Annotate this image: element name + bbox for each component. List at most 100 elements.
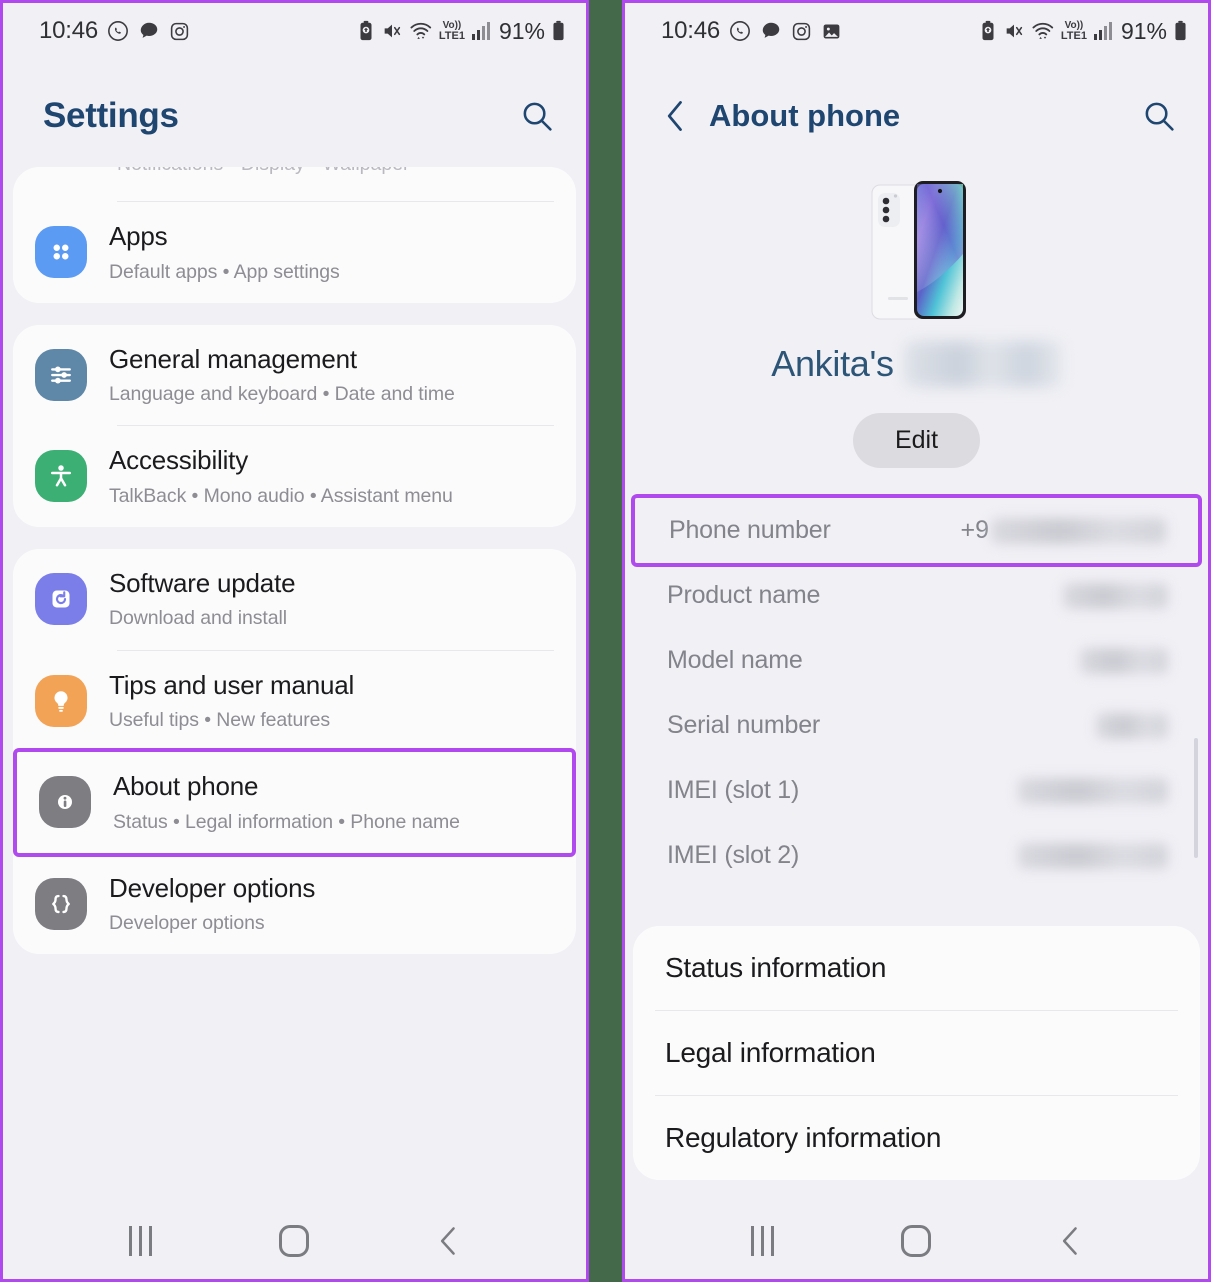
chat-bubble-icon: [760, 20, 782, 42]
info-key: Serial number: [667, 711, 821, 739]
battery-icon: [1173, 20, 1188, 42]
info-row-imei-slot-2[interactable]: IMEI (slot 2): [633, 823, 1200, 888]
info-key: IMEI (slot 1): [667, 776, 800, 804]
info-value: [1018, 777, 1168, 804]
signal-bars-icon: [471, 21, 491, 41]
device-name: Ankita's: [771, 343, 894, 384]
sidebar-item-sub: Useful tips • New features: [109, 709, 330, 731]
info-circle-icon: [39, 776, 91, 829]
settings-card-apps: Notifications • Display • Wallpaper Apps…: [13, 167, 576, 303]
mute-vibrate-icon: [1003, 20, 1025, 42]
info-row-imei-slot-1[interactable]: IMEI (slot 1): [633, 758, 1200, 823]
sidebar-item-developer-options[interactable]: Developer options Developer options: [13, 854, 576, 955]
panel-divider: [589, 0, 622, 1282]
device-name-row: Ankita's: [771, 341, 1062, 387]
info-value-redacted: [1080, 647, 1168, 674]
sidebar-item-sub: Download and install: [109, 607, 287, 630]
sidebar-item-label: Developer options: [109, 872, 316, 903]
volte-lte1-icon: Vo)) LTE1: [439, 21, 465, 41]
home-icon[interactable]: [881, 1216, 951, 1266]
whatsapp-icon: [107, 20, 129, 42]
battery-protect-icon: [979, 20, 997, 42]
search-icon[interactable]: [1138, 95, 1180, 137]
sidebar-item-label: Software update: [109, 567, 296, 598]
scrollbar[interactable]: [1194, 738, 1198, 858]
sidebar-item-sub: Language and keyboard • Date and time: [109, 383, 455, 406]
battery-protect-icon: [357, 20, 375, 42]
instagram-icon: [791, 21, 812, 42]
info-value-redacted: [1063, 582, 1168, 609]
recents-icon[interactable]: [105, 1216, 175, 1266]
sidebar-item-sub: Developer options: [109, 912, 265, 935]
accessibility-person-icon: [35, 450, 87, 503]
info-value: +9: [960, 516, 1166, 545]
battery-icon: [551, 20, 566, 42]
sidebar-item-label: General management: [109, 343, 357, 374]
dual-screenshot-stage: 10:46 Vo)) LTE1 91% Settings Apps Defaul…: [0, 0, 1211, 1282]
lte1-label: LTE1: [1060, 29, 1087, 42]
sidebar-item-label: Tips and user manual: [109, 669, 355, 700]
info-row-phone-number[interactable]: Phone number +9: [631, 494, 1202, 567]
left-phone-screen: 10:46 Vo)) LTE1 91% Settings Apps Defaul…: [0, 0, 589, 1282]
settings-card-system: Software update Download and install Tip…: [13, 548, 576, 955]
right-phone-screen: 10:46 Vo)) LTE1 91% About phone Ankita's…: [622, 0, 1211, 1282]
sidebar-item-label: Apps: [109, 221, 168, 251]
status-bar-left: 10:46 Vo)) LTE1 91%: [3, 3, 586, 59]
device-hero: Ankita's Edit: [633, 167, 1200, 472]
link-regulatory-information[interactable]: Regulatory information: [633, 1096, 1200, 1180]
android-nav-bar-right: [625, 1203, 1208, 1279]
info-row-model-name[interactable]: Model name: [633, 628, 1200, 693]
sidebar-item-tips[interactable]: Tips and user manual Useful tips • New f…: [13, 651, 576, 752]
recents-icon[interactable]: [727, 1216, 797, 1266]
status-bar-right-cluster: Vo)) LTE1 91%: [979, 18, 1188, 45]
info-value: [1096, 712, 1168, 739]
info-row-product-name[interactable]: Product name: [633, 563, 1200, 628]
sidebar-item-sub: Status • Legal information • Phone name: [113, 810, 460, 833]
info-value: [1063, 582, 1168, 609]
volte-lte1-icon: Vo)) LTE1: [1061, 21, 1087, 41]
sliders-icon: [35, 348, 87, 401]
wifi-icon: [1031, 20, 1055, 42]
battery-percent: 91%: [1120, 17, 1167, 44]
info-key: IMEI (slot 2): [667, 841, 800, 869]
status-time: 10:46: [661, 17, 721, 44]
search-icon[interactable]: [516, 95, 558, 137]
instagram-icon: [169, 21, 190, 42]
info-key: Product name: [667, 581, 821, 609]
about-phone-content[interactable]: Ankita's Edit Phone number +9 Product na…: [625, 167, 1208, 1203]
back-icon[interactable]: [414, 1216, 484, 1266]
device-name-redacted: [903, 341, 1062, 387]
apps-grid-icon: [35, 226, 87, 278]
lightbulb-icon: [35, 674, 87, 727]
link-legal-information[interactable]: Legal information: [633, 1011, 1200, 1095]
edit-button[interactable]: Edit: [852, 413, 981, 468]
settings-card-general: General management Language and keyboard…: [13, 324, 576, 527]
sidebar-item-accessibility[interactable]: Accessibility TalkBack • Mono audio • As…: [13, 426, 576, 527]
galaxy-s21-fe-phone-image: [862, 177, 972, 327]
sidebar-item-general-management[interactable]: General management Language and keyboard…: [13, 325, 576, 426]
sidebar-item-apps[interactable]: Apps Default apps • App settings: [13, 202, 576, 303]
info-value-text: +9: [960, 516, 989, 544]
info-value: [1080, 647, 1168, 674]
curly-braces-icon: [35, 877, 87, 930]
gallery-icon: [821, 21, 842, 42]
info-value-redacted: [1018, 842, 1168, 869]
mute-vibrate-icon: [381, 20, 403, 42]
status-bar-right-cluster: Vo)) LTE1 91%: [357, 18, 566, 45]
about-phone-app-bar: About phone: [625, 59, 1208, 167]
clipped-previous-text: Notifications • Display • Wallpaper: [117, 167, 410, 176]
info-row-serial-number[interactable]: Serial number: [633, 693, 1200, 758]
device-info-list: Phone number +9 Product name Model name: [631, 494, 1202, 888]
link-status-information[interactable]: Status information: [633, 926, 1200, 1010]
home-icon[interactable]: [259, 1216, 329, 1266]
info-key: Model name: [667, 646, 803, 674]
sidebar-item-sub: TalkBack • Mono audio • Assistant menu: [109, 484, 453, 507]
sidebar-item-about-phone[interactable]: About phone Status • Legal information •…: [13, 748, 576, 857]
info-value-redacted: [1018, 777, 1168, 804]
settings-list[interactable]: Notifications • Display • Wallpaper Apps…: [3, 167, 586, 1203]
back-chevron-icon[interactable]: [663, 99, 689, 133]
sidebar-item-software-update[interactable]: Software update Download and install: [13, 549, 576, 650]
sidebar-item-sub: Default apps • App settings: [109, 260, 340, 283]
page-title: About phone: [709, 98, 901, 133]
back-icon[interactable]: [1036, 1216, 1106, 1266]
